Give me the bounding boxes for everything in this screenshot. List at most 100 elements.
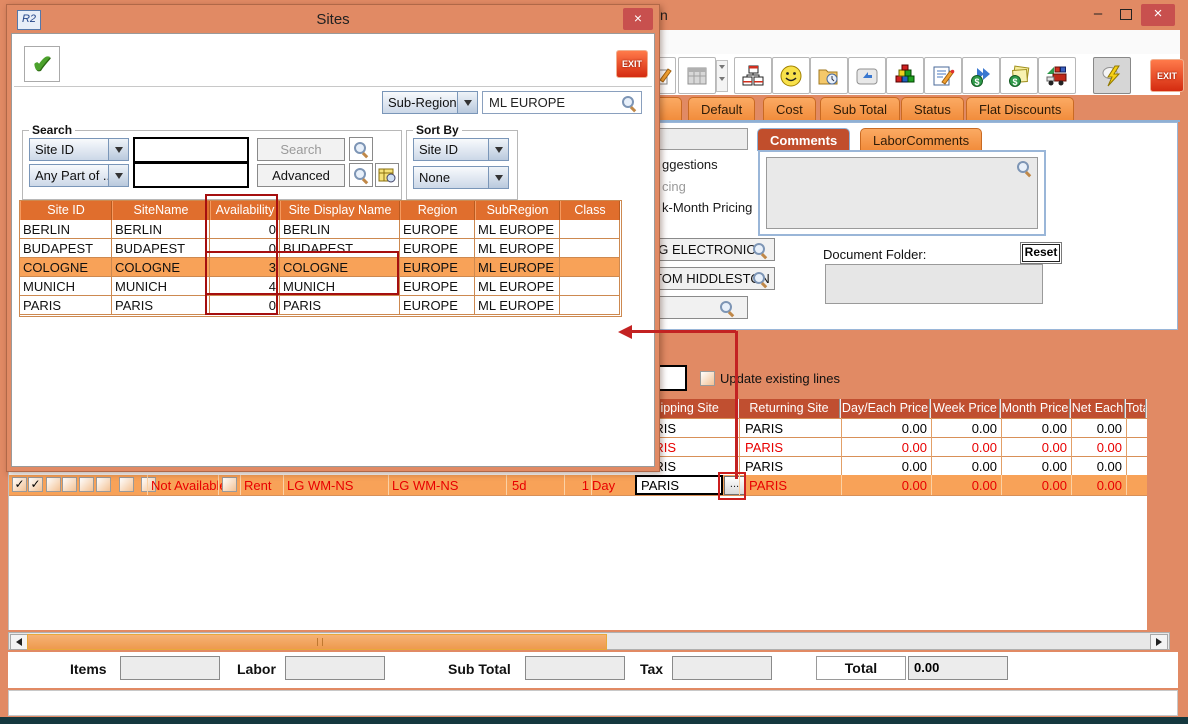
main-exit-button[interactable]: EXIT: [1150, 59, 1184, 92]
sort-primary-dropdown[interactable]: Site ID: [413, 138, 509, 161]
advanced-lookup-button[interactable]: [349, 163, 373, 187]
sort-by-groupbox: Sort By Site ID None: [406, 130, 518, 200]
row-checkbox-4[interactable]: [62, 477, 77, 492]
tab-default[interactable]: Default: [688, 97, 755, 121]
tab-status[interactable]: Status: [901, 97, 964, 121]
match-mode-dropdown[interactable]: Any Part of ...: [29, 164, 129, 187]
row-checkbox-1-checked[interactable]: ✓: [12, 477, 27, 492]
table-lookup-button[interactable]: [375, 163, 399, 187]
grid-header-month-price[interactable]: Month Price: [1001, 399, 1071, 418]
total-label: Total: [816, 656, 906, 680]
key-shortcut-icon[interactable]: [848, 57, 886, 94]
month-price-value: 0.00: [1001, 478, 1067, 493]
sites-dialog: R2 Sites × ✔ EXIT Sub-Region ML EUROPE S…: [6, 4, 660, 472]
contact-search-icon[interactable]: [752, 271, 768, 287]
col-region[interactable]: Region: [400, 201, 475, 220]
note-edit-icon[interactable]: [924, 57, 962, 94]
col-class[interactable]: Class: [560, 201, 620, 220]
vendor-search-icon[interactable]: [752, 242, 768, 258]
cell-month-price: 0.00: [1001, 421, 1067, 436]
update-lines-checkbox[interactable]: [700, 371, 715, 386]
advanced-button[interactable]: Advanced: [257, 164, 345, 187]
org-chart-icon[interactable]: [734, 57, 772, 94]
row-checkbox-2-checked[interactable]: ✓: [28, 477, 43, 492]
dialog-exit-button[interactable]: EXIT: [616, 50, 648, 78]
grid-header-total[interactable]: Total (: [1126, 399, 1147, 418]
cubes-icon[interactable]: [886, 57, 924, 94]
truck-icon[interactable]: [1038, 57, 1076, 94]
grid-header-week-price[interactable]: Week Price: [931, 399, 1001, 418]
col-availability[interactable]: Availability: [210, 201, 280, 220]
item-description: LG WM-NS: [392, 478, 458, 493]
col-subregion[interactable]: SubRegion: [475, 201, 560, 220]
site-row-cologne-selected[interactable]: COLOGNE COLOGNE 3 COLOGNE EUROPE ML EURO…: [20, 258, 620, 277]
site-row-paris[interactable]: PARIS PARIS 0 PARIS EUROPE ML EUROPE: [20, 296, 620, 315]
dropdown-arrow-icon[interactable]: [457, 92, 477, 113]
filter-search-icon[interactable]: [621, 95, 637, 111]
cell-week-price: 0.00: [931, 421, 997, 436]
maximize-button[interactable]: [1112, 4, 1140, 26]
site-row-berlin[interactable]: BERLIN BERLIN 0 BERLIN EUROPE ML EUROPE: [20, 220, 620, 239]
shipping-site-edit[interactable]: PARIS: [635, 475, 723, 495]
cell-class: [560, 220, 620, 239]
search-lookup-button[interactable]: [349, 137, 373, 161]
grid-header-returning-site[interactable]: Returning Site: [739, 399, 841, 418]
smiley-icon[interactable]: [772, 57, 810, 94]
dropdown-arrow-icon[interactable]: [108, 165, 128, 186]
sites-dialog-titlebar[interactable]: R2 Sites ×: [7, 5, 659, 33]
sites-dialog-body: ✔ EXIT Sub-Region ML EUROPE Search Site …: [11, 33, 655, 467]
labor-value: [285, 656, 385, 680]
close-button[interactable]: ×: [1141, 4, 1175, 26]
filter-field-dropdown[interactable]: Sub-Region: [382, 91, 478, 114]
tab-cost[interactable]: Cost: [763, 97, 816, 121]
row-checkbox-3[interactable]: [46, 477, 61, 492]
scrollbar-thumb[interactable]: [27, 634, 607, 650]
site-row-budapest[interactable]: BUDAPEST BUDAPEST 0 BUDAPEST EUROPE ML E…: [20, 239, 620, 258]
tab-sub-total[interactable]: Sub Total: [820, 97, 900, 121]
calendar-icon[interactable]: [678, 57, 716, 94]
grid-header-net-each[interactable]: Net Each: [1071, 399, 1126, 418]
col-site-display-name[interactable]: Site Display Name: [280, 201, 400, 220]
col-site-id[interactable]: Site ID: [20, 201, 112, 220]
horizontal-scrollbar[interactable]: [8, 632, 1170, 650]
price-forward-icon[interactable]: $: [962, 57, 1000, 94]
scroll-left-button[interactable]: [10, 634, 28, 650]
tax-label: Tax: [640, 661, 663, 677]
row-checkbox-6[interactable]: [96, 477, 111, 492]
site-row-munich[interactable]: MUNICH MUNICH 4 MUNICH EUROPE ML EUROPE: [20, 277, 620, 296]
rent-checkbox[interactable]: [222, 477, 237, 492]
dropdown-arrow-icon[interactable]: [108, 139, 128, 160]
minimize-button[interactable]: –: [1084, 4, 1112, 26]
search-field-dropdown[interactable]: Site ID: [29, 138, 129, 161]
search-input-1[interactable]: [133, 137, 249, 163]
calendar-spinner[interactable]: [716, 60, 728, 92]
green-check-icon: ✔: [32, 50, 52, 79]
col-site-name[interactable]: SiteName: [112, 201, 210, 220]
price-memo-icon[interactable]: $: [1000, 57, 1038, 94]
sort-secondary-dropdown[interactable]: None: [413, 166, 509, 189]
reset-button[interactable]: Reset: [1020, 242, 1062, 264]
row-checkbox-5[interactable]: [79, 477, 94, 492]
tab-flat-discounts[interactable]: Flat Discounts: [966, 97, 1074, 121]
row-checkbox-7[interactable]: [119, 477, 134, 492]
filter-search-input[interactable]: ML EUROPE: [482, 91, 642, 114]
dropdown-arrow-icon[interactable]: [488, 139, 508, 160]
flash-icon[interactable]: [1093, 57, 1131, 94]
scroll-right-button[interactable]: [1150, 634, 1168, 650]
tab-labor-comments[interactable]: LaborComments: [860, 128, 982, 151]
document-folder-area[interactable]: [825, 264, 1043, 304]
sites-dialog-close-button[interactable]: ×: [623, 8, 653, 30]
comments-textarea[interactable]: [766, 157, 1038, 229]
search-button[interactable]: Search: [257, 138, 345, 161]
folder-clock-icon[interactable]: [810, 57, 848, 94]
extra-search-icon[interactable]: [719, 300, 735, 316]
vendor-value: LG ELECTRONICS: [651, 242, 764, 257]
confirm-selection-button[interactable]: ✔: [24, 46, 60, 82]
grid-row-selected[interactable]: ✓ ✓ Not Available Rent LG WM-NS LG WM-NS…: [9, 475, 1147, 495]
grid-header-day-each-price[interactable]: Day/Each Price: [841, 399, 931, 418]
tab-comments[interactable]: Comments: [757, 128, 850, 151]
search-input-2[interactable]: [133, 162, 249, 188]
comments-search-icon[interactable]: [1016, 160, 1032, 176]
dropdown-arrow-icon[interactable]: [488, 167, 508, 188]
annotation-ellipsis-button: [718, 472, 746, 500]
